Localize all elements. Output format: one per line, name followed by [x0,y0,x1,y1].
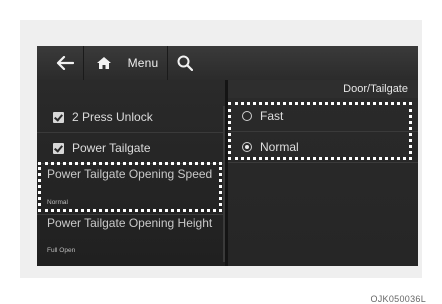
checkbox-checked-icon[interactable] [53,142,64,154]
back-arrow-icon [56,56,74,70]
top-bar: Menu [37,46,418,80]
sidebar-item-opening-speed[interactable]: Power Tailgate Opening Speed Normal [37,164,225,215]
sidebar-item-opening-height[interactable]: Power Tailgate Opening Height Full Open [37,215,225,266]
sidebar-item-label: Power Tailgate [72,141,151,155]
sidebar-item-2-press-unlock[interactable]: 2 Press Unlock [37,102,225,133]
radio-unselected-icon[interactable] [242,111,252,121]
sidebar-item-power-tailgate[interactable]: Power Tailgate [37,133,225,164]
home-icon [96,56,112,70]
option-label: Normal [260,140,299,154]
toolbar-separator [167,46,168,80]
sidebar-item-value: Normal [47,199,68,206]
menu-button[interactable]: Menu [123,49,163,77]
page-title: Door/Tailgate [228,80,418,98]
infotainment-screen: Menu 2 Press Unlock Power Tailgate Power… [37,46,418,266]
back-button[interactable] [51,49,79,77]
sidebar-item-label: 2 Press Unlock [72,110,153,124]
option-fast[interactable]: Fast [228,101,418,132]
radio-selected-icon[interactable] [242,142,252,152]
home-button[interactable] [93,49,115,77]
figure-caption: OJK050036L [370,294,426,304]
menu-label: Menu [127,56,159,70]
search-button[interactable] [173,49,197,77]
sidebar-item-label: Power Tailgate Opening Height [47,216,213,230]
checkbox-checked-icon[interactable] [53,111,64,123]
search-icon [177,55,193,71]
toolbar-separator [83,46,84,80]
sidebar-item-value: Full Open [47,247,76,254]
option-normal[interactable]: Normal [228,132,418,163]
sidebar-item-label: Power Tailgate Opening Speed [47,167,213,181]
option-label: Fast [260,109,284,123]
